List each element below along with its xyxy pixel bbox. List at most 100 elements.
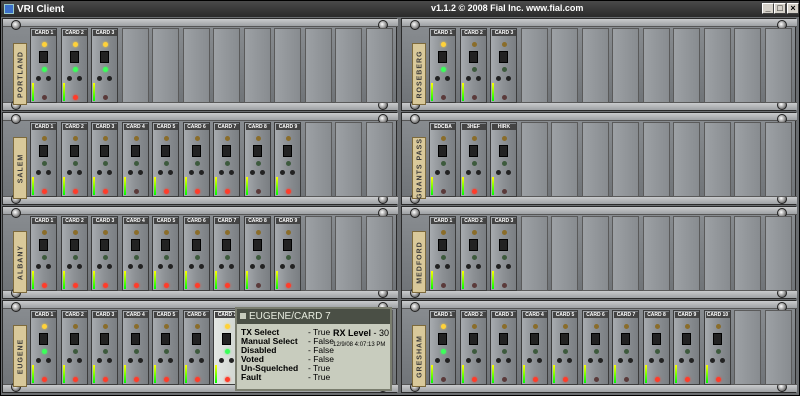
select-switch[interactable] bbox=[191, 145, 201, 157]
receiver-card[interactable]: CARD 3 bbox=[490, 310, 517, 385]
receiver-card[interactable]: CARD 10 bbox=[703, 310, 731, 385]
receiver-card[interactable]: CARD 2 bbox=[60, 216, 88, 291]
select-switch[interactable] bbox=[438, 51, 447, 63]
select-switch[interactable] bbox=[438, 333, 447, 345]
receiver-card[interactable]: 3HEF bbox=[459, 122, 487, 197]
receiver-card[interactable]: HIRK bbox=[490, 122, 517, 197]
select-switch[interactable] bbox=[130, 145, 140, 157]
receiver-card[interactable]: CARD 6 bbox=[182, 122, 210, 197]
select-switch[interactable] bbox=[499, 51, 508, 63]
select-switch[interactable] bbox=[560, 333, 569, 345]
select-switch[interactable] bbox=[529, 333, 539, 345]
receiver-card[interactable]: CARD 2 bbox=[459, 310, 487, 385]
select-switch[interactable] bbox=[252, 239, 262, 251]
receiver-card[interactable]: CARD 3 bbox=[490, 28, 517, 103]
select-switch[interactable] bbox=[39, 51, 48, 63]
select-switch[interactable] bbox=[39, 239, 48, 251]
select-switch[interactable] bbox=[651, 333, 661, 345]
receiver-card[interactable]: CARD 6 bbox=[182, 310, 210, 385]
tooltip-value: - True bbox=[308, 372, 331, 382]
knob-icon bbox=[76, 76, 82, 81]
receiver-card[interactable]: CARD 3 bbox=[91, 310, 118, 385]
select-switch[interactable] bbox=[191, 239, 201, 251]
receiver-card[interactable]: CARD 1 bbox=[30, 122, 57, 197]
receiver-card[interactable]: CARD 6 bbox=[581, 310, 609, 385]
select-switch[interactable] bbox=[438, 239, 447, 251]
receiver-card[interactable]: CARD 2 bbox=[60, 122, 88, 197]
select-switch[interactable] bbox=[621, 333, 630, 345]
receiver-card[interactable]: CARD 4 bbox=[520, 310, 548, 385]
receiver-card[interactable]: CARD 2 bbox=[459, 216, 487, 291]
receiver-card[interactable]: CARD 3 bbox=[91, 216, 118, 291]
receiver-card[interactable]: CARD 1 bbox=[429, 28, 456, 103]
select-switch[interactable] bbox=[161, 333, 170, 345]
select-switch[interactable] bbox=[222, 333, 231, 345]
receiver-card[interactable]: CARD 3 bbox=[91, 122, 118, 197]
receiver-card[interactable]: CARD 5 bbox=[152, 122, 179, 197]
select-switch[interactable] bbox=[468, 51, 478, 63]
minimize-button[interactable]: _ bbox=[762, 3, 774, 14]
select-switch[interactable] bbox=[69, 333, 79, 345]
receiver-card[interactable]: CARD 9 bbox=[673, 310, 700, 385]
receiver-card[interactable]: CARD 1 bbox=[30, 310, 57, 385]
receiver-card[interactable]: CARD 8 bbox=[243, 216, 271, 291]
select-switch[interactable] bbox=[39, 333, 48, 345]
receiver-card[interactable]: CARD 5 bbox=[551, 310, 578, 385]
receiver-card[interactable]: CARD 4 bbox=[121, 310, 149, 385]
select-switch[interactable] bbox=[69, 51, 79, 63]
receiver-card[interactable]: CARD 5 bbox=[152, 216, 179, 291]
receiver-card[interactable]: EDCBA bbox=[429, 122, 456, 197]
receiver-card[interactable]: CARD 1 bbox=[429, 216, 456, 291]
receiver-card[interactable]: CARD 2 bbox=[459, 28, 487, 103]
receiver-card[interactable]: CARD 6 bbox=[182, 216, 210, 291]
select-switch[interactable] bbox=[499, 333, 508, 345]
receiver-card[interactable]: CARD 1 bbox=[30, 216, 57, 291]
receiver-card[interactable]: CARD 9 bbox=[274, 216, 301, 291]
select-switch[interactable] bbox=[283, 239, 292, 251]
select-switch[interactable] bbox=[222, 239, 231, 251]
select-switch[interactable] bbox=[130, 239, 140, 251]
maximize-button[interactable]: □ bbox=[774, 3, 786, 14]
select-switch[interactable] bbox=[682, 333, 691, 345]
receiver-card[interactable]: CARD 2 bbox=[60, 28, 88, 103]
receiver-card[interactable]: CARD 4 bbox=[121, 122, 149, 197]
receiver-card[interactable]: CARD 3 bbox=[490, 216, 517, 291]
select-switch[interactable] bbox=[161, 145, 170, 157]
select-switch[interactable] bbox=[161, 239, 170, 251]
receiver-card[interactable]: CARD 1 bbox=[429, 310, 456, 385]
select-switch[interactable] bbox=[590, 333, 600, 345]
select-switch[interactable] bbox=[100, 51, 109, 63]
receiver-card[interactable]: CARD 5 bbox=[152, 310, 179, 385]
receiver-card[interactable]: CARD 7 bbox=[213, 122, 240, 197]
select-switch[interactable] bbox=[438, 145, 447, 157]
receiver-card[interactable]: CARD 7 bbox=[612, 310, 639, 385]
voted-led-icon bbox=[593, 349, 599, 354]
receiver-card[interactable]: CARD 3 bbox=[91, 28, 118, 103]
receiver-card[interactable]: CARD 9 bbox=[274, 122, 301, 197]
title-bar[interactable]: VRI Client v1.1.2 © 2008 Fial Inc. www.f… bbox=[1, 1, 799, 17]
select-switch[interactable] bbox=[100, 333, 109, 345]
select-switch[interactable] bbox=[222, 145, 231, 157]
select-switch[interactable] bbox=[712, 333, 722, 345]
close-button[interactable]: × bbox=[787, 3, 799, 14]
receiver-card[interactable]: CARD 7 bbox=[213, 216, 240, 291]
select-switch[interactable] bbox=[100, 239, 109, 251]
select-switch[interactable] bbox=[69, 145, 79, 157]
select-switch[interactable] bbox=[252, 145, 262, 157]
select-switch[interactable] bbox=[130, 333, 140, 345]
select-switch[interactable] bbox=[191, 333, 201, 345]
select-switch[interactable] bbox=[39, 145, 48, 157]
receiver-card[interactable]: CARD 8 bbox=[642, 310, 670, 385]
select-switch[interactable] bbox=[100, 145, 109, 157]
select-switch[interactable] bbox=[499, 239, 508, 251]
receiver-card[interactable]: CARD 2 bbox=[60, 310, 88, 385]
select-switch[interactable] bbox=[468, 239, 478, 251]
select-switch[interactable] bbox=[69, 239, 79, 251]
select-switch[interactable] bbox=[468, 333, 478, 345]
receiver-card[interactable]: CARD 8 bbox=[243, 122, 271, 197]
select-switch[interactable] bbox=[468, 145, 478, 157]
receiver-card[interactable]: CARD 1 bbox=[30, 28, 57, 103]
receiver-card[interactable]: CARD 4 bbox=[121, 216, 149, 291]
select-switch[interactable] bbox=[499, 145, 508, 157]
select-switch[interactable] bbox=[283, 145, 292, 157]
